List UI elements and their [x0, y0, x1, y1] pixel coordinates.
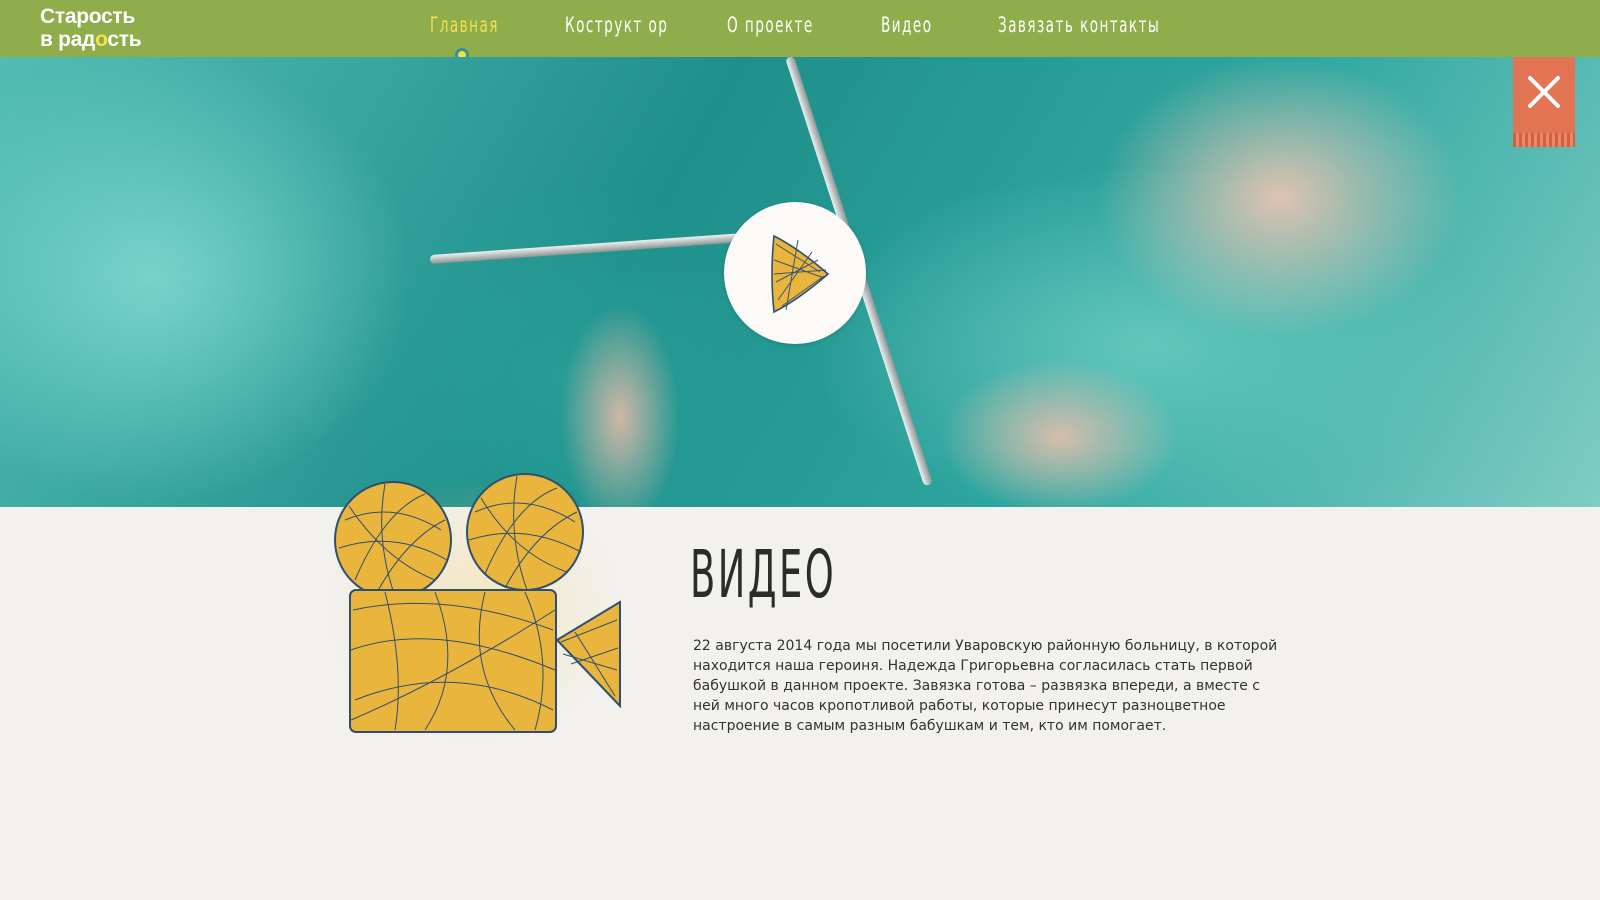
nav-item-video[interactable]: Видео [881, 13, 932, 37]
nav-item-home[interactable]: Главная [430, 13, 499, 37]
hero-video-banner [0, 57, 1600, 507]
top-navigation-bar: Старость в радость Главная Кострукт ор О… [0, 0, 1600, 57]
logo-line-2: в радость [40, 28, 142, 51]
close-button-fringe [1513, 133, 1575, 147]
close-button[interactable] [1513, 57, 1575, 147]
video-play-button[interactable] [724, 202, 866, 344]
yarn-play-icon [771, 234, 830, 314]
yarn-video-camera-icon [325, 473, 625, 745]
close-icon [1528, 76, 1560, 108]
nav-item-constructor[interactable]: Кострукт ор [565, 13, 668, 37]
video-description: 22 августа 2014 года мы посетили Уваровс… [693, 638, 1278, 734]
logo-line-1: Старость [40, 5, 135, 28]
page-title: ВИДЕО [690, 536, 837, 613]
logo-sun-letter: о [95, 28, 108, 51]
site-logo[interactable]: Старость в радость [40, 5, 142, 51]
nav-item-contacts[interactable]: Завязать контакты [998, 13, 1160, 37]
nav-item-about[interactable]: О проекте [727, 13, 814, 37]
